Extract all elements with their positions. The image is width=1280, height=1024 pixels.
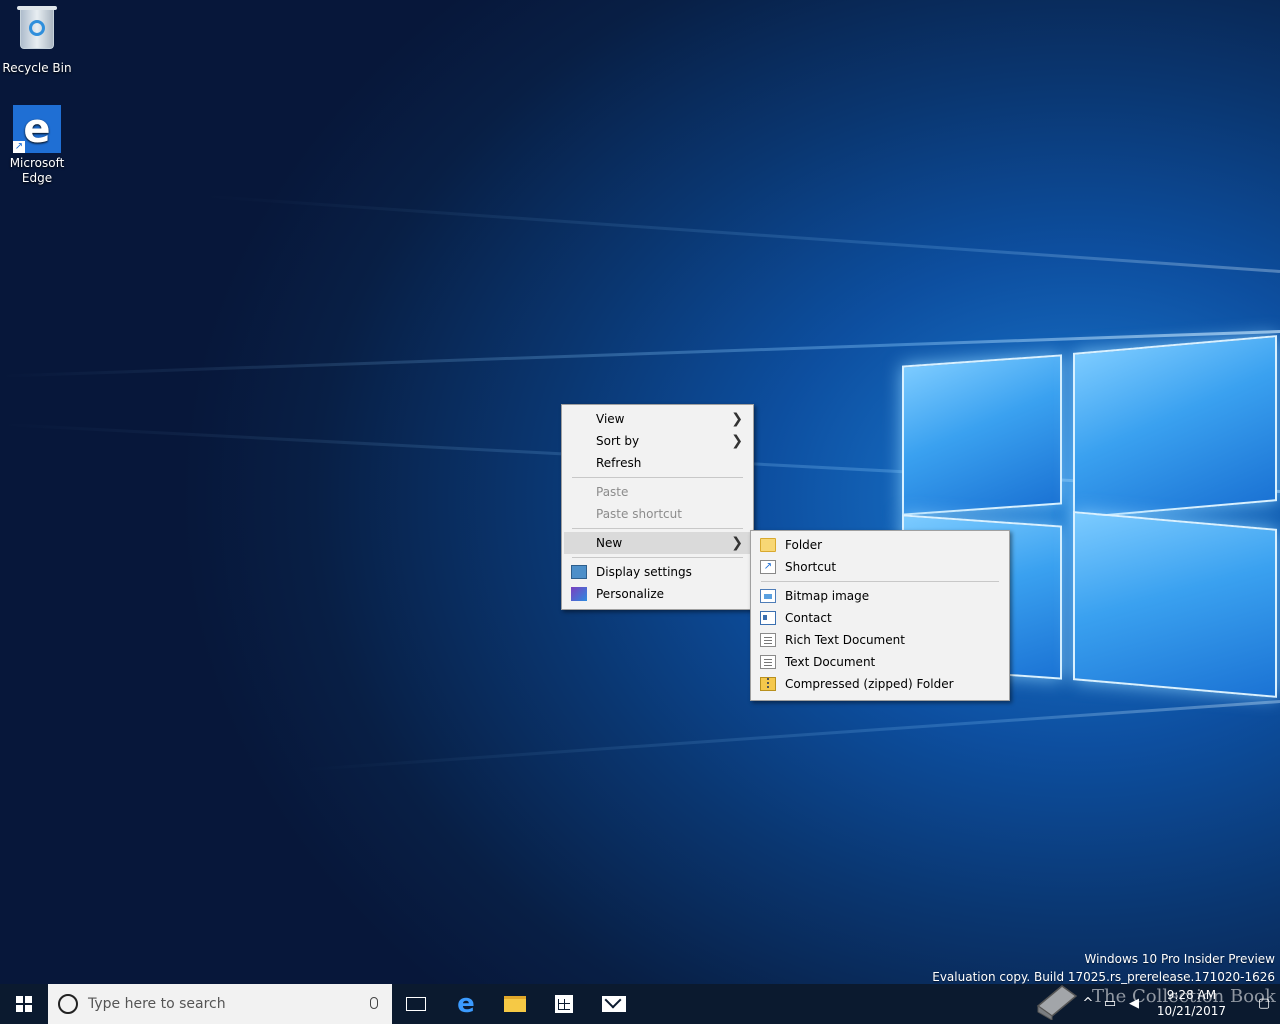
chevron-right-icon: ❯ [731,535,743,551]
menu-item-label: Folder [785,538,823,552]
file-explorer-icon [504,996,526,1012]
menu-item-personalize[interactable]: Personalize [564,583,751,605]
rich-text-icon [760,633,776,647]
menu-item-label: Paste shortcut [596,507,682,521]
submenu-item-bitmap-image[interactable]: Bitmap image [753,585,1007,607]
menu-item-new[interactable]: New ❯ [564,532,751,554]
mail-icon [602,996,626,1012]
chevron-right-icon: ❯ [731,411,743,427]
taskbar-mail-button[interactable] [590,984,638,1024]
menu-item-display-settings[interactable]: Display settings [564,561,751,583]
menu-item-label: Shortcut [785,560,837,574]
book-watermark-icon [1036,985,1078,1020]
menu-item-view[interactable]: View ❯ [564,408,751,430]
menu-separator [572,557,743,558]
new-submenu: Folder ↗ Shortcut Bitmap image Contact Ri… [750,530,1010,701]
menu-item-label: View [596,412,625,426]
build-watermark: Windows 10 Pro Insider Preview Evaluatio… [932,950,1275,986]
folder-icon [760,538,776,552]
windows-logo-pane [1073,335,1277,519]
menu-item-label: Compressed (zipped) Folder [785,677,954,691]
light-beam [302,700,1280,772]
search-box[interactable]: Type here to search [48,984,392,1024]
menu-item-label: Contact [785,611,832,625]
menu-item-label: Personalize [596,587,665,601]
menu-item-label: Sort by [596,434,640,448]
menu-item-label: Refresh [596,456,642,470]
menu-item-sort-by[interactable]: Sort by ❯ [564,430,751,452]
submenu-item-compressed-folder[interactable]: Compressed (zipped) Folder [753,673,1007,695]
text-document-icon [760,655,776,669]
submenu-item-folder[interactable]: Folder [753,534,1007,556]
windows-logo-pane [902,354,1062,516]
contact-icon [760,611,776,625]
watermark-edition: Windows 10 Pro Insider Preview [1084,952,1275,966]
taskbar: Type here to search e ^ ▭ ◀ ▢ 9:28 AM 10… [0,984,1280,1024]
submenu-item-rich-text-document[interactable]: Rich Text Document [753,629,1007,651]
menu-separator [572,477,743,478]
desktop-icon-label: Recycle Bin [2,61,72,75]
windows-logo-icon [16,996,32,1012]
microphone-icon[interactable] [370,997,378,1009]
shortcut-icon: ↗ [760,560,776,574]
menu-item-label: Rich Text Document [785,633,905,647]
display-settings-icon [571,565,587,579]
taskbar-store-button[interactable] [540,984,588,1024]
desktop-context-menu: View ❯ Sort by ❯ Refresh Paste Paste short… [561,404,754,610]
edge-icon: e [457,989,475,1019]
zip-folder-icon [760,677,776,691]
task-view-icon [406,997,426,1011]
menu-item-label: Paste [596,485,629,499]
recycle-bin-icon [13,6,61,58]
menu-item-refresh[interactable]: Refresh [564,452,751,474]
overlay-watermark-text: The Collection Book [1092,986,1276,1007]
taskbar-file-explorer-button[interactable] [491,984,539,1024]
desktop-icon-microsoft-edge[interactable]: e ↗ Microsoft Edge [0,105,74,186]
windows-logo-pane [1073,511,1277,698]
menu-item-label: Bitmap image [785,589,870,603]
shortcut-overlay-icon: ↗ [13,141,25,153]
edge-icon: e ↗ [13,105,61,153]
chevron-right-icon: ❯ [731,433,743,449]
search-placeholder: Type here to search [88,996,226,1012]
task-view-button[interactable] [392,984,440,1024]
menu-item-paste: Paste [564,481,751,503]
menu-item-label: Display settings [596,565,692,579]
menu-separator [572,528,743,529]
submenu-item-text-document[interactable]: Text Document [753,651,1007,673]
bitmap-icon [760,589,776,603]
personalize-icon [571,587,587,601]
menu-item-label: Text Document [785,655,876,669]
menu-separator [761,581,999,582]
store-icon [555,995,573,1013]
menu-item-paste-shortcut: Paste shortcut [564,503,751,525]
start-button[interactable] [0,984,48,1024]
desktop-icon-recycle-bin[interactable]: Recycle Bin [0,6,74,76]
desktop-icon-label: Microsoft Edge [9,156,65,185]
cortana-icon [58,994,78,1014]
submenu-item-shortcut[interactable]: ↗ Shortcut [753,556,1007,578]
menu-item-label: New [596,536,623,550]
taskbar-edge-button[interactable]: e [442,984,490,1024]
light-beam [202,194,1280,273]
submenu-item-contact[interactable]: Contact [753,607,1007,629]
